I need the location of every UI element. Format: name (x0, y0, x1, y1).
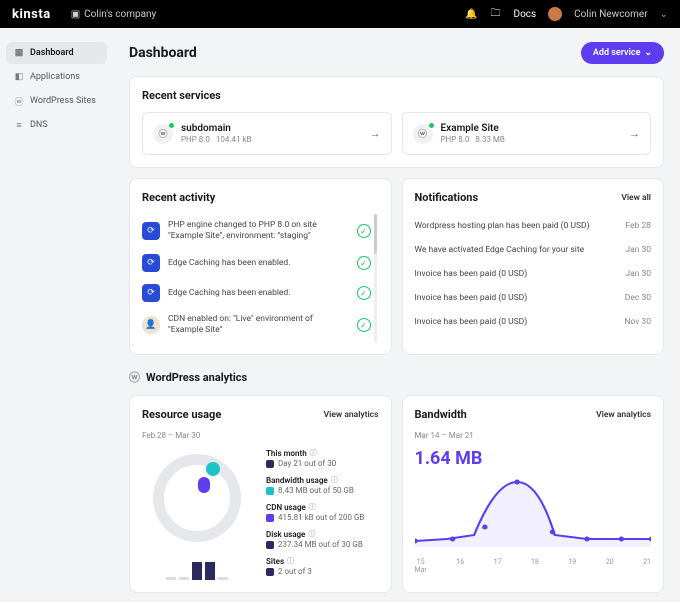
view-analytics-link[interactable]: View analytics (324, 410, 379, 420)
content-area: Dashboard Add service ⌄ Recent services … (113, 28, 680, 602)
topbar: kinsta ▣ Colin's company 🔔 🗀 Docs Colin … (0, 0, 680, 28)
info-icon: ⓘ (331, 475, 338, 485)
bandwidth-total: 1.64 MB (415, 448, 652, 469)
chevron-down-icon: ⌄ (644, 48, 652, 58)
view-all-link[interactable]: View all (621, 193, 651, 203)
apps-icon: ◧ (14, 72, 24, 82)
info-icon: ⓘ (310, 448, 317, 458)
check-icon: ✓ (357, 224, 371, 238)
company-name: Colin's company (84, 9, 156, 20)
notifications-card: Notifications View all Wordpress hosting… (402, 178, 665, 355)
date-range: Mar 14 – Mar 21 (415, 431, 652, 440)
person-icon: 👤 (142, 316, 160, 334)
card-title: Resource usage (142, 408, 221, 421)
notification-row: Invoice has been paid (0 USD)Jan 30 (415, 262, 652, 286)
wordpress-icon: ⓦ (413, 124, 433, 144)
sidebar-item-dns[interactable]: ≡ DNS (6, 114, 107, 136)
card-title: Bandwidth (415, 408, 467, 421)
usage-row: Disk usage ⓘ237.34 MB out of 30 GB (266, 529, 379, 549)
info-icon: ⓘ (287, 556, 294, 566)
info-icon: ⓘ (309, 502, 316, 512)
card-title: Notifications (415, 191, 479, 204)
activity-row: ⟳ Edge Caching has been enabled. ✓ (142, 248, 371, 278)
sidebar-item-applications[interactable]: ◧ Applications (6, 66, 107, 88)
check-icon: ✓ (357, 256, 371, 270)
recent-activity-card: Recent activity ⟳ PHP engine changed to … (129, 178, 392, 355)
x-axis: 15Mar 16 17 18 19 20 21 (415, 559, 652, 574)
card-title: Recent services (142, 89, 651, 102)
bandwidth-card: Bandwidth View analytics Mar 14 – Mar 21… (402, 395, 665, 593)
wordpress-icon: ⓦ (129, 369, 140, 385)
check-icon: ✓ (357, 286, 371, 300)
info-icon: ⓘ (308, 529, 315, 539)
engine-icon: ⟳ (142, 254, 160, 272)
status-dot (168, 122, 175, 129)
avatar[interactable] (548, 7, 562, 21)
sidebar-item-label: DNS (30, 120, 48, 130)
sidebar-item-label: Applications (30, 72, 80, 82)
notification-row: Wordpress hosting plan has been paid (0 … (415, 214, 652, 238)
activity-row: 👤 CDN enabled on: "Live" environment of … (142, 308, 371, 342)
sidebar-item-wordpress[interactable]: ⓦ WordPress Sites (6, 90, 107, 112)
sidebar: ▦ Dashboard ◧ Applications ⓦ WordPress S… (0, 28, 113, 602)
bar-sparkline (166, 560, 228, 580)
chevron-down-icon[interactable]: ⌄ (660, 9, 668, 20)
scrollbar[interactable] (374, 214, 377, 342)
card-title: Recent activity (142, 191, 379, 204)
recent-services-card: Recent services ⓦ subdomain PHP 8.0 104.… (129, 76, 664, 168)
company-switcher[interactable]: ▣ Colin's company (71, 9, 157, 20)
docs-folder-icon[interactable]: 🗀 (490, 8, 502, 20)
arrow-right-icon: → (370, 127, 381, 140)
notification-row: We have activated Edge Caching for your … (415, 238, 652, 262)
username[interactable]: Colin Newcomer (574, 9, 647, 20)
activity-row: ⟳ Edge Caching has been enabled. ✓ (142, 278, 371, 308)
bell-icon[interactable]: 🔔 (466, 8, 478, 20)
add-service-button[interactable]: Add service ⌄ (581, 42, 664, 64)
engine-icon: ⟳ (142, 284, 160, 302)
service-name: Example Site (441, 123, 505, 134)
brand-logo: kinsta (12, 7, 51, 22)
wordpress-icon: ⓦ (14, 96, 24, 106)
check-icon: ✓ (357, 318, 371, 332)
service-name: subdomain (181, 123, 251, 134)
donut-chart (153, 454, 241, 542)
status-dot (428, 122, 435, 129)
building-icon: ▣ (71, 9, 80, 20)
date-range: Feb 28 – Mar 30 (142, 431, 379, 440)
analytics-heading: ⓦ WordPress analytics (129, 369, 664, 385)
usage-row: This month ⓘDay 21 out of 30 (266, 448, 379, 468)
notification-row: Invoice has been paid (0 USD)Nov 30 (415, 310, 652, 334)
usage-row: CDN usage ⓘ415.81 kB out of 200 GB (266, 502, 379, 522)
notification-row: Invoice has been paid (0 USD)Dec 30 (415, 286, 652, 310)
service-item[interactable]: ⓦ subdomain PHP 8.0 104.41 kB → (142, 112, 392, 155)
dns-icon: ≡ (14, 120, 24, 130)
sidebar-item-label: Dashboard (30, 48, 74, 58)
wordpress-icon: ⓦ (153, 124, 173, 144)
bandwidth-chart (415, 477, 652, 557)
docs-link[interactable]: Docs (514, 9, 537, 20)
resource-usage-card: Resource usage View analytics Feb 28 – M… (129, 395, 392, 593)
page-title: Dashboard (129, 45, 197, 61)
usage-row: Bandwidth usage ⓘ8.43 MB out of 50 GB (266, 475, 379, 495)
activity-row: ⟳ PHP engine changed to PHP 8.0 on site … (142, 214, 371, 248)
arrow-right-icon: → (629, 127, 640, 140)
sidebar-item-dashboard[interactable]: ▦ Dashboard (6, 42, 107, 64)
service-item[interactable]: ⓦ Example Site PHP 8.0 8.33 MB → (402, 112, 652, 155)
dashboard-icon: ▦ (14, 48, 24, 58)
view-analytics-link[interactable]: View analytics (596, 410, 651, 420)
engine-icon: ⟳ (142, 222, 160, 240)
sidebar-item-label: WordPress Sites (30, 96, 96, 106)
usage-row: Sites ⓘ2 out of 3 (266, 556, 379, 576)
